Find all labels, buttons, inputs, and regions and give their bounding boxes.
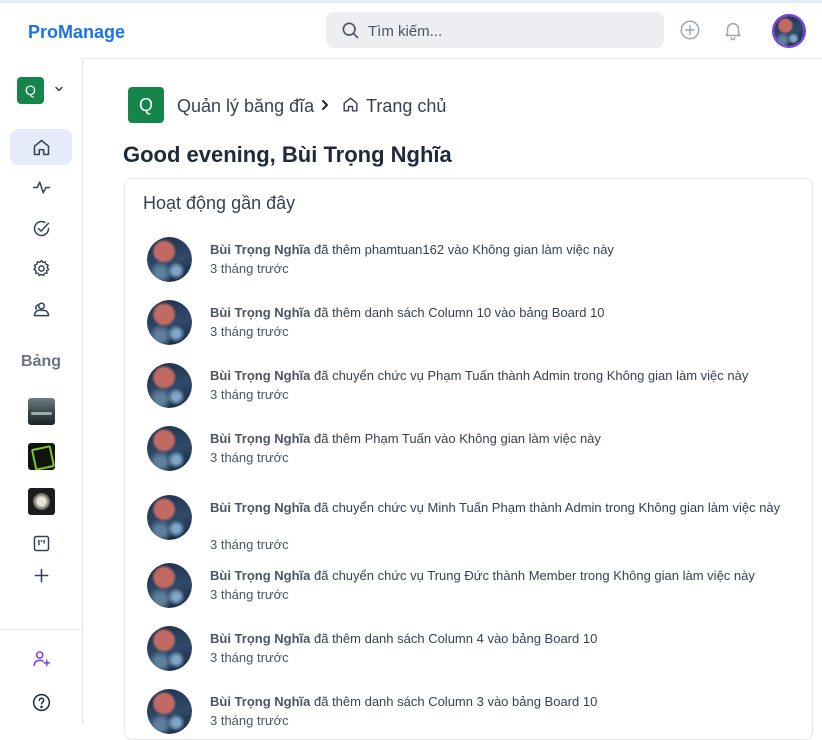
activity-action: đã chuyển chức vụ Trung Đức thành Member… [310,568,755,583]
plus-icon [34,568,48,582]
add-board-button[interactable] [10,557,72,593]
recent-activity-card: Hoạt động gần đây Bùi Trọng Nghĩa đã thê… [124,178,813,740]
nav-settings[interactable] [10,250,72,286]
board-thumbnail-2[interactable] [28,443,55,470]
nav-activity[interactable] [10,169,72,205]
activity-action: đã thêm danh sách Column 4 vào bảng Boar… [310,631,598,646]
kanban-icon [33,535,49,551]
board-thumbnail-3[interactable] [28,488,55,515]
breadcrumb-home[interactable]: Trang chủ [366,96,446,117]
invite-member-button[interactable] [10,640,72,676]
bell-icon[interactable] [722,19,744,41]
activity-avatar [147,237,192,282]
help-icon [32,693,50,711]
activity-time: 3 tháng trước [210,713,289,728]
activity-actor[interactable]: Bùi Trọng Nghĩa [210,568,310,583]
gear-icon [32,259,49,276]
user-avatar[interactable] [772,14,806,48]
check-circle-icon [33,220,49,236]
activity-actor[interactable]: Bùi Trọng Nghĩa [210,242,310,257]
search-input[interactable] [366,12,650,50]
activity-action: đã thêm danh sách Column 10 vào bảng Boa… [310,305,605,320]
help-button[interactable] [10,684,72,720]
add-circle-icon[interactable] [679,19,701,41]
activity-icon [32,181,50,193]
workspace-badge[interactable]: Q [17,77,44,104]
activity-action: đã chuyển chức vụ Minh Tuấn Phạm thành A… [310,500,781,515]
boards-heading: Bảng [21,353,61,370]
nav-tasks[interactable] [10,210,72,246]
activity-avatar [147,626,192,671]
sidebar: Q Bảng [0,58,83,725]
activity-actor[interactable]: Bùi Trọng Nghĩa [210,694,310,709]
users-cloud-icon [33,301,49,316]
activity-avatar [147,563,192,608]
top-header: ProManage [0,3,822,59]
activity-action: đã chuyển chức vụ Phạm Tuấn thành Admin … [310,368,749,383]
card-title: Hoạt động gần đây [143,193,296,213]
activity-time: 3 tháng trước [210,261,289,276]
chevron-down-icon[interactable] [53,83,65,95]
activity-avatar [147,363,192,408]
main-content: Q Quản lý băng đĩa Trang chủ Good evenin… [83,58,822,740]
activity-time: 3 tháng trước [210,387,289,402]
home-icon [33,139,49,155]
activity-actor[interactable]: Bùi Trọng Nghĩa [210,500,310,515]
board-kanban-button[interactable] [10,525,72,561]
activity-time: 3 tháng trước [210,537,289,552]
activity-time: 3 tháng trước [210,650,289,665]
activity-actor[interactable]: Bùi Trọng Nghĩa [210,631,310,646]
activity-avatar [147,495,192,540]
activity-actor[interactable]: Bùi Trọng Nghĩa [210,431,310,446]
user-plus-icon [32,650,50,666]
activity-avatar [147,300,192,345]
nav-home[interactable] [10,129,72,165]
activity-actor[interactable]: Bùi Trọng Nghĩa [210,305,310,320]
activity-time: 3 tháng trước [210,324,289,339]
sidebar-divider [0,629,82,630]
breadcrumb-workspace-badge[interactable]: Q [128,87,164,123]
activity-action: đã thêm Phạm Tuấn vào Không gian làm việ… [310,431,601,446]
activity-avatar [147,426,192,471]
activity-time: 3 tháng trước [210,450,289,465]
brand-logo[interactable]: ProManage [28,22,125,43]
activity-avatar [147,689,192,734]
nav-members[interactable] [10,291,72,327]
search-box[interactable] [326,12,664,50]
activity-time: 3 tháng trước [210,587,289,602]
activity-action: đã thêm danh sách Column 3 vào bảng Boar… [310,694,598,709]
breadcrumb-workspace[interactable]: Quản lý băng đĩa [177,96,314,117]
search-icon [342,22,359,39]
board-thumbnail-1[interactable] [28,398,55,425]
chevron-right-icon [322,100,328,110]
activity-action: đã thêm phamtuan162 vào Không gian làm v… [310,242,614,257]
page-greeting: Good evening, Bùi Trọng Nghĩa [123,142,452,167]
home-icon [343,97,358,112]
activity-actor[interactable]: Bùi Trọng Nghĩa [210,368,310,383]
